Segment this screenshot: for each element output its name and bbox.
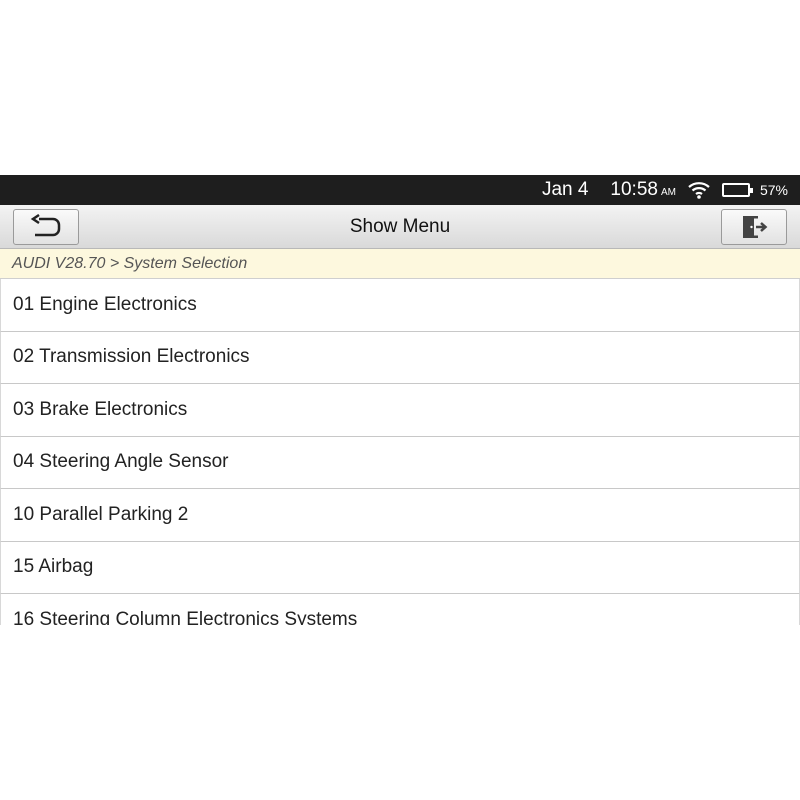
list-item[interactable]: 04 Steering Angle Sensor xyxy=(0,436,800,489)
status-time: 10:58 xyxy=(610,179,658,200)
list-item[interactable]: 02 Transmission Electronics xyxy=(0,331,800,384)
app-screen: Jan 4 10:58 AM 57% Show Menu AUDI V28.70… xyxy=(0,175,800,625)
battery-icon xyxy=(721,183,753,197)
back-arrow-icon xyxy=(30,214,61,237)
battery-percent: 57% xyxy=(759,182,788,198)
system-list: 01 Engine Electronics 02 Transmission El… xyxy=(0,279,800,625)
back-button[interactable] xyxy=(13,209,79,245)
list-item[interactable]: 03 Brake Electronics xyxy=(0,384,800,437)
status-bar: Jan 4 10:58 AM 57% xyxy=(0,175,800,205)
exit-button[interactable] xyxy=(721,209,787,245)
page-title: Show Menu xyxy=(349,215,451,237)
title-bar: Show Menu xyxy=(0,205,800,249)
list-item[interactable]: 16 Steering Column Electronics Systems xyxy=(0,594,800,625)
status-date: Jan 4 xyxy=(541,179,589,200)
status-ampm: AM xyxy=(660,186,676,198)
list-item[interactable]: 15 Airbag xyxy=(0,541,800,594)
list-item[interactable]: 10 Parallel Parking 2 xyxy=(0,489,800,542)
list-item[interactable]: 01 Engine Electronics xyxy=(0,279,800,332)
breadcrumb: AUDI V28.70 > System Selection xyxy=(0,249,800,279)
exit-door-icon xyxy=(743,216,768,238)
wifi-icon xyxy=(688,182,710,199)
battery-level-fill xyxy=(725,186,738,194)
